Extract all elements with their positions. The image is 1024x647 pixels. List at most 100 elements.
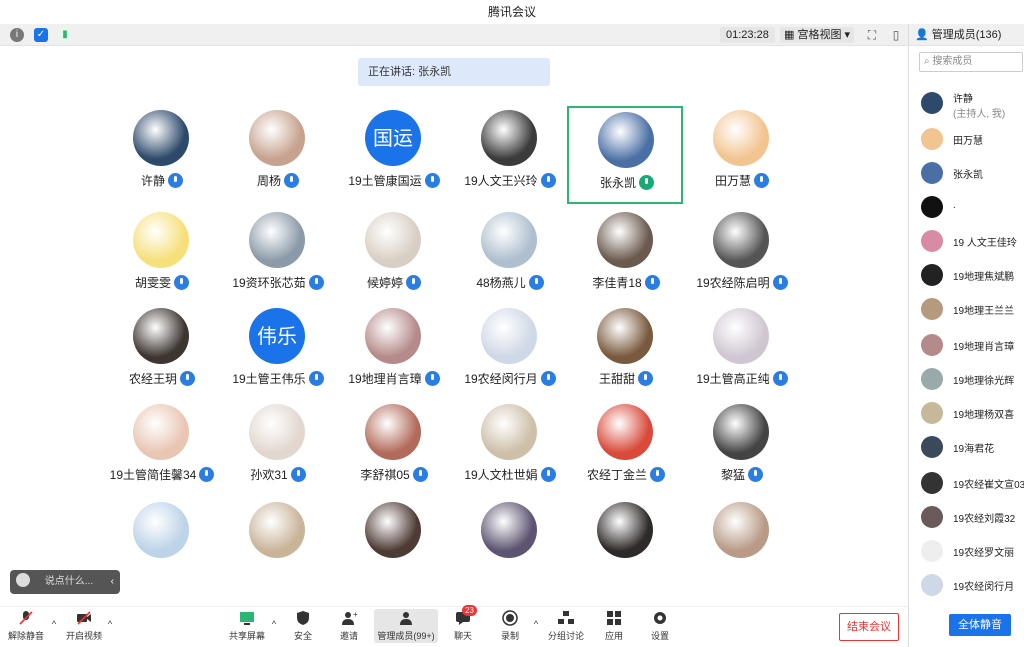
video-options-icon[interactable]: ^	[104, 619, 116, 629]
avatar	[921, 298, 943, 320]
member-list-item[interactable]: 张永凯	[921, 160, 1023, 186]
members-sidebar: ⌕ 搜索成员 许静 (主持人, 我) 田万慧张永凯. 19 人文王佳玲 19地理焦斌鹏 1…	[908, 46, 1024, 647]
avatar	[921, 540, 943, 562]
participant-name: 田万慧	[714, 174, 751, 188]
participant-tile[interactable]: 19土管简佳馨34	[104, 400, 220, 498]
participant-tile[interactable]: 李舒祺05	[336, 400, 452, 498]
member-search-input[interactable]: ⌕ 搜索成员	[919, 52, 1023, 72]
participant-tile[interactable]: 农经王玥	[104, 304, 220, 402]
sidebar-toggle-icon[interactable]: ▯	[888, 27, 904, 43]
participant-tile[interactable]: 张永凯	[567, 106, 683, 204]
view-mode-label: 宫格视图	[797, 29, 842, 41]
avatar	[481, 308, 537, 364]
member-name: 19农经闵行月	[953, 578, 1014, 593]
chat-input[interactable]: 说点什么... ‹	[10, 570, 120, 594]
member-name: 19地理徐光辉	[953, 372, 1014, 387]
shield-icon[interactable]: ✓	[34, 28, 48, 42]
member-list-item[interactable]: .	[921, 194, 1023, 220]
invite-icon: +	[342, 610, 358, 625]
member-list-item[interactable]: 田万慧	[921, 126, 1023, 152]
participant-tile[interactable]	[568, 498, 684, 596]
chat-button[interactable]: 23 聊天	[452, 605, 477, 642]
participant-tile[interactable]: 19地理肖言璋	[336, 304, 452, 402]
member-list-item[interactable]: 19农经闵行月	[921, 572, 1023, 598]
emoji-icon[interactable]	[16, 573, 30, 587]
start-video-button[interactable]: 开启视频	[64, 609, 104, 642]
participant-tile[interactable]	[104, 498, 220, 596]
participant-tile[interactable]: 胡雯雯	[104, 208, 220, 306]
mute-all-button[interactable]: 全体静音	[949, 614, 1011, 636]
participant-tile[interactable]: 19农经闵行月	[452, 304, 568, 402]
participant-name: 王甜甜	[598, 372, 635, 386]
avatar	[365, 212, 421, 268]
member-list-item[interactable]: 19地理杨双喜	[921, 400, 1023, 426]
participant-tile[interactable]: 许静	[104, 106, 220, 204]
participant-tile[interactable]	[220, 498, 336, 596]
chat-label: 聊天	[453, 631, 472, 641]
breakout-button[interactable]: 分组讨论	[548, 609, 584, 642]
participant-tile[interactable]: 田万慧	[684, 106, 800, 204]
end-meeting-button[interactable]: 结束会议	[839, 613, 899, 641]
participant-name-bar: 19土管简佳馨34	[104, 466, 220, 483]
participant-tile[interactable]: 伟乐 19土管王伟乐	[220, 304, 336, 402]
participant-tile[interactable]: 王甜甜	[568, 304, 684, 402]
participant-tile[interactable]: 农经丁金兰	[568, 400, 684, 498]
member-list-item[interactable]: 19 人文王佳玲	[921, 228, 1023, 254]
participant-tile[interactable]: 孙欢31	[220, 400, 336, 498]
participant-tile[interactable]: 国运 19土管康国运	[336, 106, 452, 204]
participant-tile[interactable]	[336, 498, 452, 596]
apps-button[interactable]: 应用	[602, 609, 626, 642]
avatar	[921, 402, 943, 424]
participant-name-bar: 19人文杜世娟	[452, 466, 568, 483]
member-list-item[interactable]: 19地理王兰兰	[921, 296, 1023, 322]
info-icon[interactable]: i	[10, 28, 24, 42]
participant-tile[interactable]: 周杨	[220, 106, 336, 204]
invite-button[interactable]: + 邀请	[336, 609, 362, 642]
member-role: (主持人, 我)	[953, 109, 1006, 120]
participant-name-bar: 19资环张芯茹	[220, 274, 336, 291]
participant-name-bar: 张永凯	[569, 174, 685, 191]
participant-tile[interactable]: 48杨燕儿	[452, 208, 568, 306]
view-mode-select[interactable]: ▦ 宫格视图 ▾	[780, 27, 854, 43]
manage-members-button[interactable]: 管理成员(99+)	[374, 609, 438, 643]
avatar	[481, 110, 537, 166]
member-list-item[interactable]: 19海君花	[921, 434, 1023, 460]
member-name-text: 19地理徐光辉	[953, 376, 1015, 387]
member-list-item[interactable]: 19地理肖言璋	[921, 332, 1023, 358]
record-button[interactable]: 录制	[498, 609, 522, 642]
participant-tile[interactable]: 19人文杜世娟	[452, 400, 568, 498]
record-options-icon[interactable]: ^	[530, 619, 542, 629]
member-list-item[interactable]: 19农经罗文丽	[921, 538, 1023, 564]
unmute-button[interactable]: 解除静音	[6, 609, 46, 642]
participant-tile[interactable]	[684, 498, 800, 596]
audio-options-icon[interactable]: ^	[48, 619, 60, 629]
participant-name-bar: 黎猛	[684, 466, 800, 483]
avatar	[365, 404, 421, 460]
participant-tile[interactable]: 19土管高正纯	[684, 304, 800, 402]
participant-name-bar: 孙欢31	[220, 466, 336, 483]
participant-tile[interactable]: 候婷婷	[336, 208, 452, 306]
member-list-item[interactable]: 19地理徐光辉	[921, 366, 1023, 392]
member-list-item[interactable]: 19农经崔文宣03	[921, 470, 1024, 496]
collapse-icon[interactable]: ‹	[111, 570, 114, 594]
participant-name-bar: 候婷婷	[336, 274, 452, 291]
participant-tile[interactable]	[452, 498, 568, 596]
participant-tile[interactable]: 黎猛	[684, 400, 800, 498]
fullscreen-icon[interactable]: ⛶	[864, 27, 880, 43]
settings-button[interactable]: 设置	[648, 609, 672, 642]
participant-tile[interactable]: 19人文王兴玲	[452, 106, 568, 204]
participant-tile[interactable]: 19资环张芯茹	[220, 208, 336, 306]
member-list-item[interactable]: 19农经刘霞32	[921, 504, 1023, 530]
mic-off-icon	[19, 611, 33, 625]
security-button[interactable]: 安全	[290, 609, 316, 642]
member-name: .	[953, 200, 956, 211]
member-name: 19地理焦斌鹏	[953, 268, 1014, 283]
share-options-icon[interactable]: ^	[268, 619, 280, 629]
members-panel-header: 👤 管理成员(136)	[908, 24, 1024, 46]
participant-tile[interactable]: 李佳青18	[568, 208, 684, 306]
member-list-item[interactable]: 19地理焦斌鹏	[921, 262, 1023, 288]
share-screen-button[interactable]: 共享屏幕	[228, 609, 266, 642]
signal-icon[interactable]: ▮	[58, 28, 72, 42]
participant-tile[interactable]: 19农经陈启明	[684, 208, 800, 306]
member-list-item[interactable]: 许静 (主持人, 我)	[921, 90, 1023, 120]
